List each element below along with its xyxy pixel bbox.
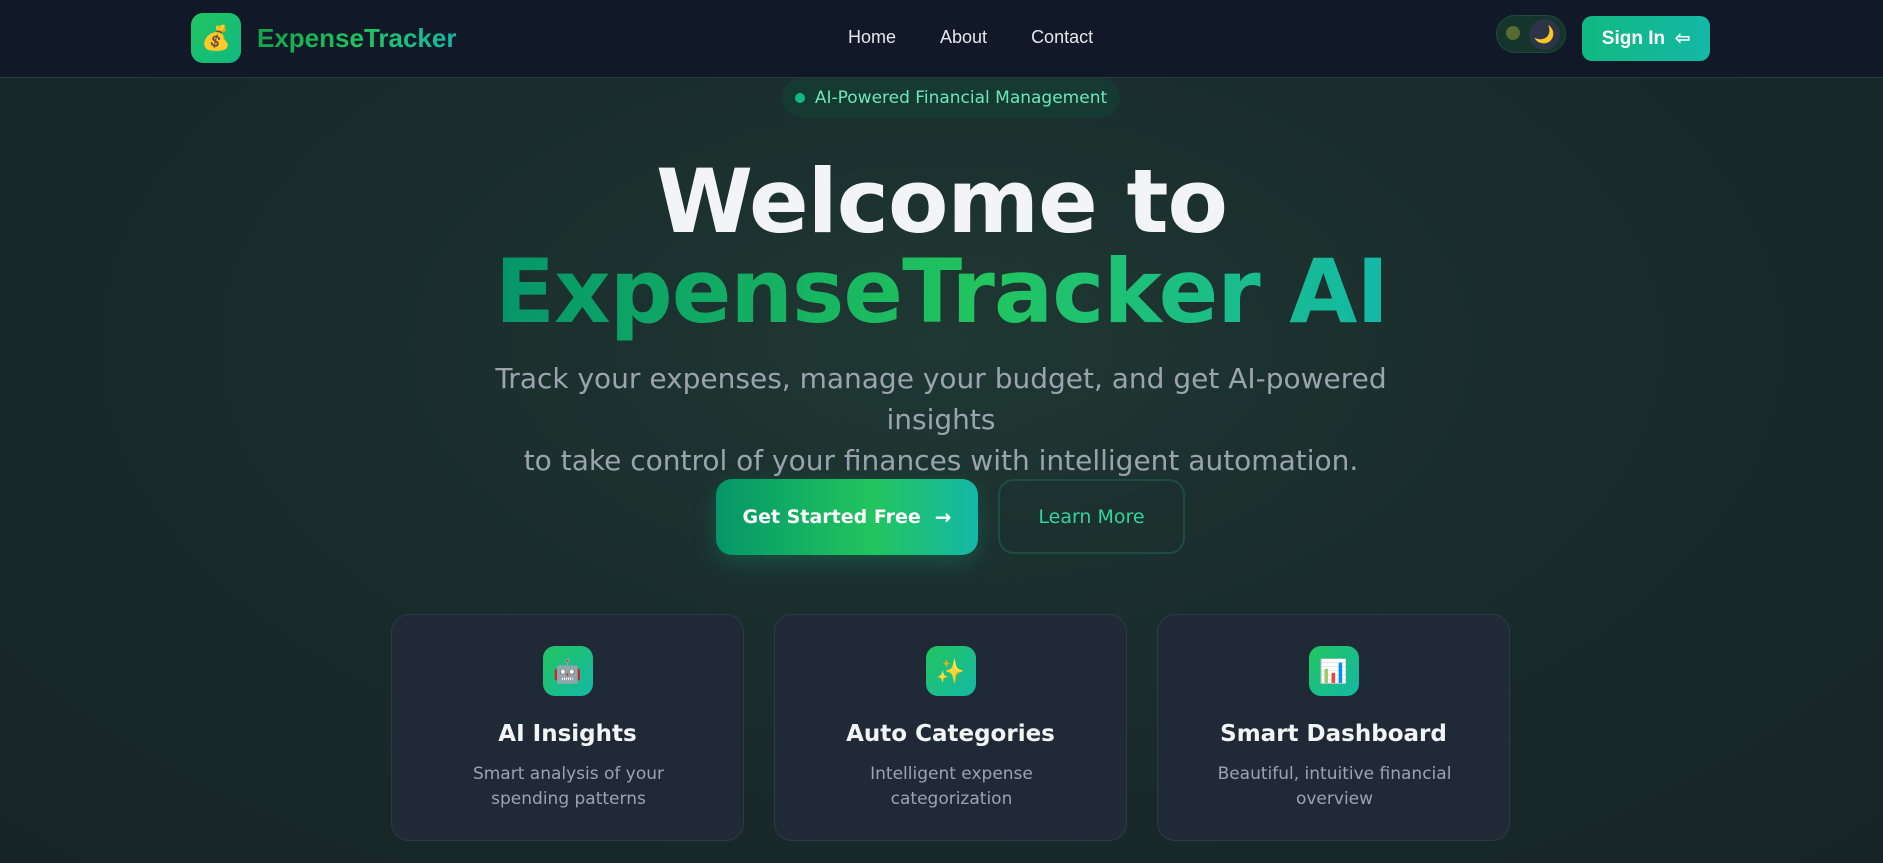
nav-links: Home About Contact bbox=[848, 27, 1093, 48]
feature-title: Auto Categories bbox=[846, 721, 1055, 747]
brand[interactable]: 💰 ExpenseTracker bbox=[191, 13, 456, 63]
money-bag-icon: 💰 bbox=[191, 13, 241, 63]
learn-more-button[interactable]: Learn More bbox=[998, 479, 1185, 554]
nav-link-about[interactable]: About bbox=[940, 27, 987, 48]
hero-badge: AI-Powered Financial Management bbox=[782, 78, 1120, 118]
sign-in-icon: ⇦ bbox=[1675, 28, 1691, 48]
sign-in-label: Sign In bbox=[1601, 27, 1666, 49]
moon-icon: 🌙 bbox=[1529, 19, 1560, 50]
bar-chart-icon: 📊 bbox=[1308, 646, 1359, 696]
feature-card-auto-categories: ✨ Auto Categories Intelligent expense ca… bbox=[774, 614, 1127, 841]
hero-title-gradient: ExpenseTracker AI bbox=[494, 240, 1389, 343]
robot-icon: 🤖 bbox=[542, 646, 593, 696]
hero-title-line1: Welcome to bbox=[656, 150, 1228, 253]
sparkles-icon: ✨ bbox=[925, 646, 976, 696]
feature-title: AI Insights bbox=[498, 721, 637, 747]
get-started-button[interactable]: Get Started Free → bbox=[716, 479, 978, 555]
feature-description: Intelligent expense categorization bbox=[870, 764, 1033, 809]
nav-link-contact[interactable]: Contact bbox=[1031, 27, 1093, 48]
hero-subtitle-line2: to take control of your finances with in… bbox=[523, 444, 1359, 477]
nav-link-home[interactable]: Home bbox=[848, 27, 896, 48]
feature-description: Beautiful, intuitive financial overview bbox=[1217, 764, 1452, 809]
hero-title-line2: ExpenseTracker AI bbox=[0, 242, 1883, 342]
hero-badge-text: AI-Powered Financial Management bbox=[814, 88, 1108, 108]
brand-name: ExpenseTracker bbox=[257, 22, 457, 53]
theme-toggle[interactable]: 🌙 bbox=[1496, 15, 1566, 53]
hero-subtitle-line1: Track your expenses, manage your budget,… bbox=[495, 362, 1387, 436]
top-navbar: 💰 ExpenseTracker Home About Contact 🌙 Si… bbox=[0, 0, 1883, 78]
get-started-label: Get Started Free bbox=[742, 506, 921, 528]
arrow-right-icon: → bbox=[934, 505, 952, 529]
sign-in-button[interactable]: Sign In ⇦ bbox=[1582, 16, 1710, 61]
feature-title: Smart Dashboard bbox=[1220, 721, 1447, 747]
sun-icon bbox=[1506, 26, 1520, 40]
status-dot-icon bbox=[794, 93, 805, 103]
feature-card-smart-dashboard: 📊 Smart Dashboard Beautiful, intuitive f… bbox=[1157, 614, 1510, 841]
hero-subtitle: Track your expenses, manage your budget,… bbox=[441, 358, 1441, 481]
feature-card-ai-insights: 🤖 AI Insights Smart analysis of your spe… bbox=[391, 614, 744, 841]
feature-description: Smart analysis of your spending patterns bbox=[472, 764, 665, 809]
